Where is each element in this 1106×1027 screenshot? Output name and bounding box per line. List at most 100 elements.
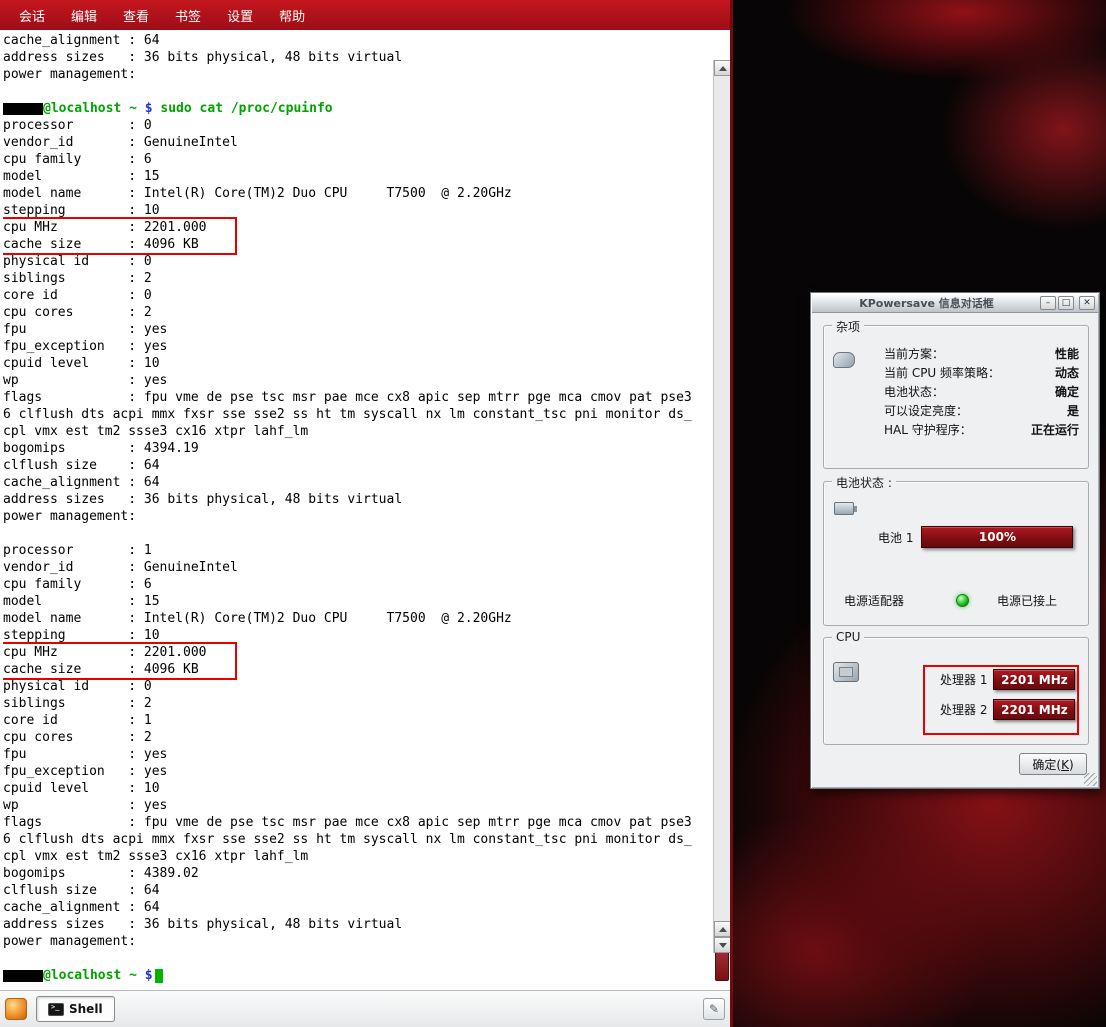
terminal-line: fpu : yes [3, 746, 710, 763]
dialog-titlebar[interactable]: KPowersave 信息对话框 [812, 294, 1098, 313]
terminal-line: fpu_exception : yes [3, 763, 710, 780]
taskbar-shell-button[interactable]: Shell [36, 996, 115, 1022]
terminal-line: model name : Intel(R) Core(TM)2 Duo CPU … [3, 185, 710, 202]
terminal-line: physical id : 0 [3, 678, 710, 695]
terminal-line: 6 clflush dts acpi mmx fxsr sse sse2 ss … [3, 406, 710, 423]
misc-label-scheme: 当前方案： [884, 345, 944, 362]
misc-row: 当前 CPU 频率策略： 动态 [884, 363, 1079, 382]
cpu1-frequency-bar: 2201 MHz [993, 669, 1075, 690]
terminal-line: core id : 0 [3, 287, 710, 304]
terminal-line [3, 950, 710, 967]
scrollbar-down-button[interactable] [714, 937, 730, 953]
taskbar-notes-icon[interactable] [703, 998, 725, 1020]
terminal-line: clflush size : 64 [3, 882, 710, 899]
taskbar: Shell [0, 990, 730, 1027]
battery-row: 电池 1 100% [878, 526, 1078, 548]
resize-grip-icon[interactable] [1084, 773, 1097, 786]
menu-session[interactable]: 会话 [6, 0, 58, 30]
misc-row: 当前方案： 性能 [884, 344, 1079, 363]
terminal-line: address sizes : 36 bits physical, 48 bit… [3, 49, 710, 66]
terminal-viewport: cache_alignment : 64 address sizes : 36 b… [0, 30, 730, 990]
screen: 会话 编辑 查看 书签 设置 帮助 cache_alignment : 64 ad… [0, 0, 1106, 1027]
terminal-line: cache_alignment : 64 [3, 474, 710, 491]
menu-settings[interactable]: 设置 [214, 0, 266, 30]
misc-row: HAL 守护程序： 正在运行 [884, 420, 1079, 439]
arrow-up-icon [719, 66, 727, 71]
cpu-group-title: CPU [832, 630, 864, 644]
terminal-text[interactable]: cache_alignment : 64 address sizes : 36 b… [3, 32, 710, 990]
terminal-line: processor : 0 [3, 117, 710, 134]
terminal-line: cpu family : 6 [3, 576, 710, 593]
terminal-line: flags : fpu vme de pse tsc msr pae mce c… [3, 389, 710, 406]
scrollbar-up-button-2[interactable] [714, 921, 730, 937]
arrow-up-icon [719, 927, 727, 932]
misc-group-title: 杂项 [832, 318, 864, 335]
terminal-line: cpu MHz : 2201.000 [3, 644, 235, 661]
battery-percent: 100% [979, 530, 1016, 544]
terminal-highlight-annotation: cpu MHz : 2201.000cache size : 4096 KB [3, 219, 235, 253]
menu-help[interactable]: 帮助 [266, 0, 318, 30]
terminal-line: cpl vmx est tm2 ssse3 cx16 xtpr lahf_lm [3, 848, 710, 865]
terminal-line: siblings : 2 [3, 270, 710, 287]
battery-icon [834, 502, 854, 515]
konsole-icon [48, 1003, 64, 1016]
terminal-line: model : 15 [3, 593, 710, 610]
menu-bookmarks[interactable]: 书签 [162, 0, 214, 30]
close-button[interactable] [1079, 296, 1095, 310]
redacted-username [3, 970, 43, 982]
menu-edit[interactable]: 编辑 [58, 0, 110, 30]
battery-label: 电池 1 [878, 529, 913, 546]
app-launcher-icon[interactable] [5, 998, 27, 1020]
redacted-username [3, 103, 43, 115]
terminal-line: model : 15 [3, 168, 710, 185]
terminal-line: clflush size : 64 [3, 457, 710, 474]
misc-rows: 当前方案： 性能 当前 CPU 频率策略： 动态 电池状态： 确定 可以设定亮度… [884, 344, 1079, 439]
terminal-line: physical id : 0 [3, 253, 710, 270]
terminal-line: cache size : 4096 KB [3, 236, 235, 253]
adapter-label: 电源适配器 [844, 592, 956, 609]
terminal-line: bogomips : 4394.19 [3, 440, 710, 457]
terminal-line: power management: [3, 66, 710, 83]
terminal-line: stepping : 10 [3, 627, 710, 644]
dialog-title: KPowersave 信息对话框 [815, 295, 1038, 311]
misc-value-brightness: 是 [1067, 402, 1079, 419]
cpu2-frequency-bar: 2201 MHz [993, 699, 1075, 720]
kpowersave-dialog: KPowersave 信息对话框 杂项 当前方案： 性能 当前 CPU 频率策略… [810, 292, 1100, 789]
battery-group: 电池状态 : 电池 1 100% 电源适配器 电源已接上 [823, 481, 1089, 626]
terminal-line: address sizes : 36 bits physical, 48 bit… [3, 916, 710, 933]
terminal-cursor [155, 969, 163, 983]
terminal-line: cpuid level : 10 [3, 780, 710, 797]
menu-view[interactable]: 查看 [110, 0, 162, 30]
terminal-line: cpu MHz : 2201.000 [3, 219, 235, 236]
maximize-button[interactable] [1058, 296, 1074, 310]
terminal-prompt-line: @localhost ~ $ sudo cat /proc/cpuinfo [3, 100, 710, 117]
minimize-button[interactable] [1040, 296, 1056, 310]
arrow-down-icon [719, 943, 727, 948]
cpu2-frequency: 2201 MHz [1001, 703, 1068, 717]
terminal-line: cpuid level : 10 [3, 355, 710, 372]
misc-value-scheme: 性能 [1055, 345, 1079, 362]
misc-row: 可以设定亮度： 是 [884, 401, 1079, 420]
scrollbar-up-button[interactable] [714, 60, 730, 76]
terminal-line: vendor_id : GenuineIntel [3, 134, 710, 151]
cpu2-label: 处理器 2 [940, 701, 987, 718]
battery-group-title: 电池状态 : [832, 474, 896, 491]
cpu-row-2: 处理器 2 2201 MHz [940, 699, 1075, 720]
terminal-line: fpu_exception : yes [3, 338, 710, 355]
terminal-line: core id : 1 [3, 712, 710, 729]
misc-label-hal: HAL 守护程序： [884, 421, 972, 438]
misc-value-battery-state: 确定 [1055, 383, 1079, 400]
misc-value-cpu-policy: 动态 [1055, 364, 1079, 381]
terminal-line: flags : fpu vme de pse tsc msr pae mce c… [3, 814, 710, 831]
misc-group: 杂项 当前方案： 性能 当前 CPU 频率策略： 动态 电池状态： 确定 [823, 325, 1089, 469]
taskbar-shell-label: Shell [69, 1002, 103, 1016]
ok-button[interactable]: 确定(K) [1019, 753, 1087, 775]
terminal-line: bogomips : 4389.02 [3, 865, 710, 882]
ok-label-prefix: 确定( [1032, 758, 1061, 772]
terminal-line: siblings : 2 [3, 695, 710, 712]
terminal-line: cache size : 4096 KB [3, 661, 235, 678]
terminal-scrollbar[interactable] [713, 60, 730, 953]
cpu-group: CPU 处理器 1 2201 MHz 处理器 2 2201 MHz [823, 637, 1089, 745]
ok-label-suffix: ) [1069, 758, 1074, 772]
ok-label-key: K [1061, 758, 1069, 772]
